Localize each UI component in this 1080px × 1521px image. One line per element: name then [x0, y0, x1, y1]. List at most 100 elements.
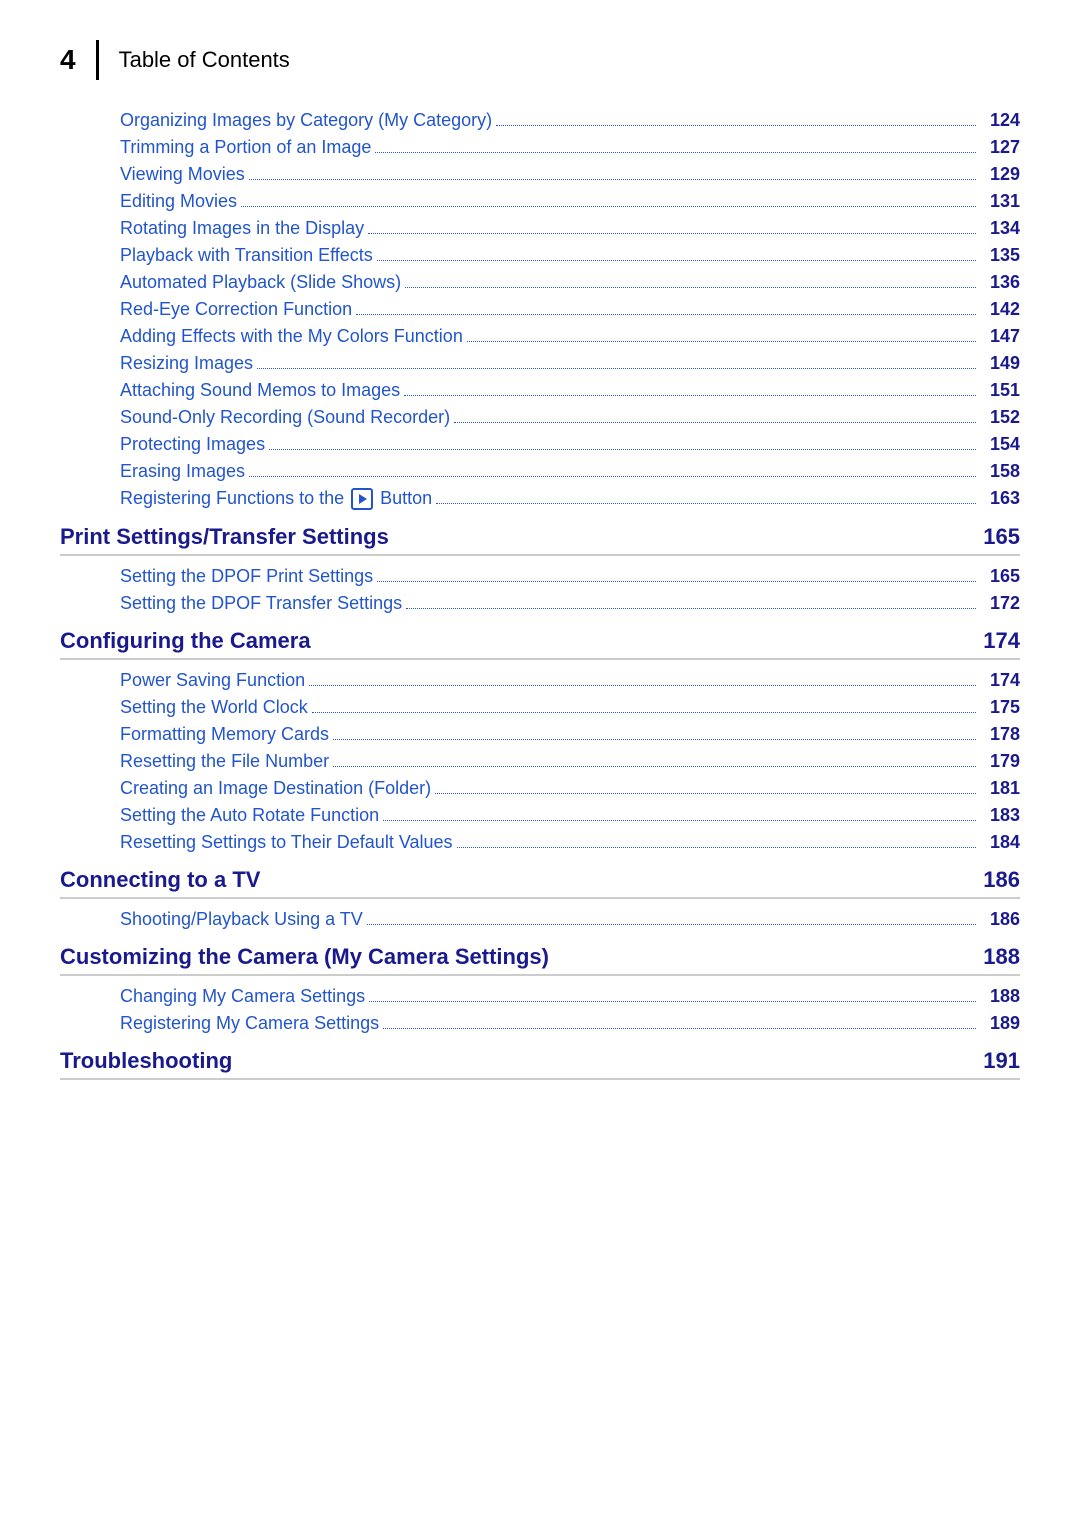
- toc-dots: [241, 206, 976, 207]
- toc-dots: [435, 793, 976, 794]
- toc-page-number: 189: [980, 1013, 1020, 1034]
- toc-entry[interactable]: Rotating Images in the Display 134: [60, 218, 1020, 239]
- toc-link[interactable]: Setting the World Clock: [120, 697, 308, 718]
- toc-entry[interactable]: Attaching Sound Memos to Images151: [60, 380, 1020, 401]
- toc-dots: [436, 503, 976, 504]
- toc-entry[interactable]: Print Settings/Transfer Settings165: [60, 524, 1020, 556]
- toc-link[interactable]: Editing Movies: [120, 191, 237, 212]
- toc-entry[interactable]: Configuring the Camera174: [60, 628, 1020, 660]
- toc-link[interactable]: Automated Playback (Slide Shows): [120, 272, 401, 293]
- toc-entry[interactable]: Customizing the Camera (My Camera Settin…: [60, 944, 1020, 976]
- toc-entry[interactable]: Protecting Images 154: [60, 434, 1020, 455]
- page-header: 4 Table of Contents: [60, 40, 1020, 80]
- toc-link[interactable]: Resizing Images: [120, 353, 253, 374]
- toc-link[interactable]: Red-Eye Correction Function: [120, 299, 352, 320]
- toc-entry[interactable]: Formatting Memory Cards 178: [60, 724, 1020, 745]
- toc-page-number: 135: [980, 245, 1020, 266]
- toc-entry[interactable]: Troubleshooting191: [60, 1048, 1020, 1080]
- toc-entry[interactable]: Resetting Settings to Their Default Valu…: [60, 832, 1020, 853]
- playback-icon: [349, 488, 375, 508]
- toc-entry[interactable]: Setting the World Clock175: [60, 697, 1020, 718]
- toc-dots: [375, 152, 976, 153]
- toc-page-number: 142: [980, 299, 1020, 320]
- toc-page-number: 136: [980, 272, 1020, 293]
- toc-link[interactable]: Resetting Settings to Their Default Valu…: [120, 832, 453, 853]
- toc-page-number: 134: [980, 218, 1020, 239]
- toc-link[interactable]: Setting the Auto Rotate Function: [120, 805, 379, 826]
- toc-dots: [269, 449, 976, 450]
- toc-dots: [383, 1028, 976, 1029]
- toc-page-number: 149: [980, 353, 1020, 374]
- toc-link[interactable]: Setting the DPOF Transfer Settings: [120, 593, 402, 614]
- toc-page-number: 165: [980, 566, 1020, 587]
- toc-entry[interactable]: Automated Playback (Slide Shows) 136: [60, 272, 1020, 293]
- toc-link[interactable]: Erasing Images: [120, 461, 245, 482]
- section-page-number: 186: [983, 867, 1020, 893]
- toc-entry[interactable]: Setting the DPOF Transfer Settings172: [60, 593, 1020, 614]
- toc-link[interactable]: Adding Effects with the My Colors Functi…: [120, 326, 463, 347]
- toc-entry[interactable]: Playback with Transition Effects 135: [60, 245, 1020, 266]
- toc-dots: [457, 847, 976, 848]
- toc-link[interactable]: Shooting/Playback Using a TV: [120, 909, 363, 930]
- toc-container: Organizing Images by Category (My Catego…: [60, 110, 1020, 1080]
- toc-entry[interactable]: Erasing Images 158: [60, 461, 1020, 482]
- section-heading: Configuring the Camera: [60, 628, 983, 654]
- toc-entry[interactable]: Registering Functions to the Button163: [60, 488, 1020, 510]
- toc-entry[interactable]: Power Saving Function174: [60, 670, 1020, 691]
- toc-page-number: 129: [980, 164, 1020, 185]
- toc-page-number: 178: [980, 724, 1020, 745]
- toc-link[interactable]: Rotating Images in the Display: [120, 218, 364, 239]
- toc-dots: [249, 476, 976, 477]
- section-page-number: 174: [983, 628, 1020, 654]
- toc-entry[interactable]: Viewing Movies 129: [60, 164, 1020, 185]
- toc-link[interactable]: Attaching Sound Memos to Images: [120, 380, 400, 401]
- toc-entry[interactable]: Connecting to a TV186: [60, 867, 1020, 899]
- toc-link[interactable]: Protecting Images: [120, 434, 265, 455]
- toc-dots: [312, 712, 976, 713]
- header-title: Table of Contents: [119, 47, 290, 73]
- toc-entry[interactable]: Setting the Auto Rotate Function183: [60, 805, 1020, 826]
- toc-page-number: 184: [980, 832, 1020, 853]
- toc-entry[interactable]: Adding Effects with the My Colors Functi…: [60, 326, 1020, 347]
- toc-link[interactable]: Registering Functions to the Button: [120, 488, 432, 510]
- section-page-number: 188: [983, 944, 1020, 970]
- toc-dots: [257, 368, 976, 369]
- toc-link[interactable]: Changing My Camera Settings: [120, 986, 365, 1007]
- toc-entry[interactable]: Resetting the File Number179: [60, 751, 1020, 772]
- toc-dots: [454, 422, 976, 423]
- section-page-number: 191: [983, 1048, 1020, 1074]
- toc-page-number: 147: [980, 326, 1020, 347]
- toc-link[interactable]: Registering My Camera Settings: [120, 1013, 379, 1034]
- toc-link[interactable]: Resetting the File Number: [120, 751, 329, 772]
- section-heading: Troubleshooting: [60, 1048, 983, 1074]
- toc-page-number: 127: [980, 137, 1020, 158]
- toc-entry[interactable]: Resizing Images 149: [60, 353, 1020, 374]
- toc-entry[interactable]: Editing Movies131: [60, 191, 1020, 212]
- toc-dots: [383, 820, 976, 821]
- toc-page-number: 154: [980, 434, 1020, 455]
- section-heading: Customizing the Camera (My Camera Settin…: [60, 944, 983, 970]
- toc-page-number: 124: [980, 110, 1020, 131]
- toc-page-number: 188: [980, 986, 1020, 1007]
- toc-link[interactable]: Formatting Memory Cards: [120, 724, 329, 745]
- toc-entry[interactable]: Trimming a Portion of an Image 127: [60, 137, 1020, 158]
- toc-entry[interactable]: Red-Eye Correction Function 142: [60, 299, 1020, 320]
- toc-link[interactable]: Trimming a Portion of an Image: [120, 137, 371, 158]
- toc-entry[interactable]: Sound-Only Recording (Sound Recorder)152: [60, 407, 1020, 428]
- toc-entry[interactable]: Setting the DPOF Print Settings 165: [60, 566, 1020, 587]
- toc-entry[interactable]: Shooting/Playback Using a TV186: [60, 909, 1020, 930]
- toc-link[interactable]: Viewing Movies: [120, 164, 245, 185]
- toc-dots: [367, 924, 976, 925]
- toc-link[interactable]: Power Saving Function: [120, 670, 305, 691]
- toc-entry[interactable]: Changing My Camera Settings 188: [60, 986, 1020, 1007]
- toc-entry[interactable]: Organizing Images by Category (My Catego…: [60, 110, 1020, 131]
- toc-link[interactable]: Setting the DPOF Print Settings: [120, 566, 373, 587]
- toc-entry[interactable]: Registering My Camera Settings 189: [60, 1013, 1020, 1034]
- page-number: 4: [60, 44, 76, 76]
- toc-entry[interactable]: Creating an Image Destination (Folder)18…: [60, 778, 1020, 799]
- toc-link[interactable]: Sound-Only Recording (Sound Recorder): [120, 407, 450, 428]
- toc-page-number: 158: [980, 461, 1020, 482]
- toc-link[interactable]: Playback with Transition Effects: [120, 245, 373, 266]
- toc-link[interactable]: Creating an Image Destination (Folder): [120, 778, 431, 799]
- toc-link[interactable]: Organizing Images by Category (My Catego…: [120, 110, 492, 131]
